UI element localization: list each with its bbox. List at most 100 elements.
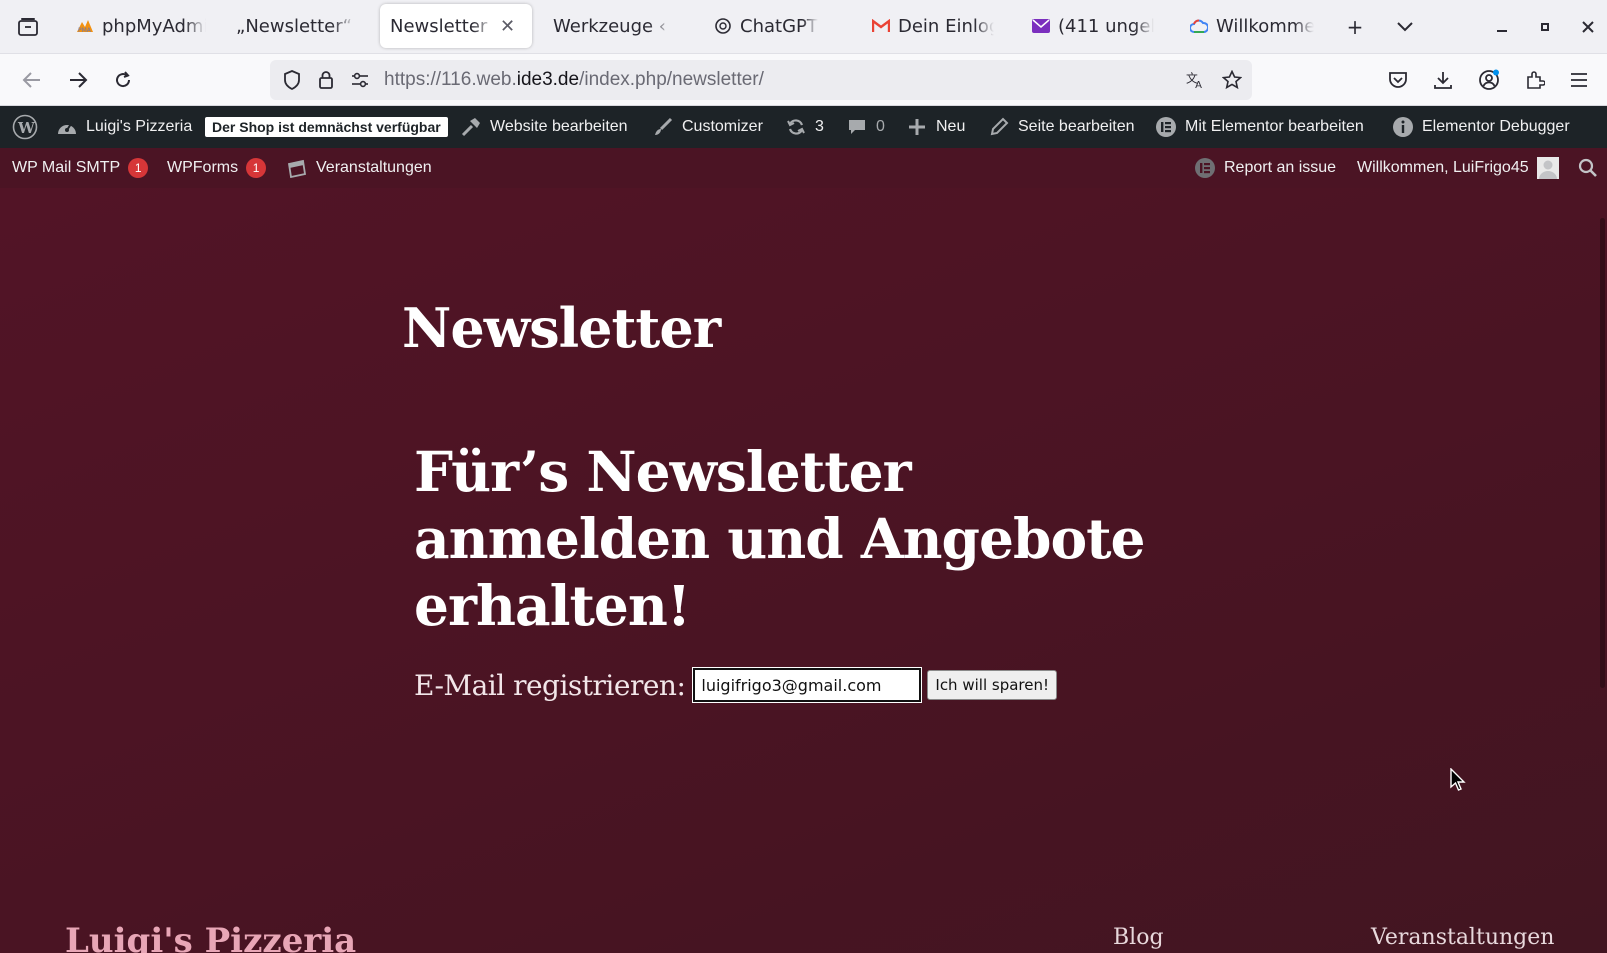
welcome-label: Willkommen, LuiFrigo45 xyxy=(1357,159,1529,176)
events-label: Veranstaltungen xyxy=(316,159,432,176)
site-permissions-icon[interactable] xyxy=(350,70,370,90)
elementor-debugger-menu[interactable]: Elementor Debugger xyxy=(1392,106,1570,148)
translate-icon[interactable]: 文A xyxy=(1186,70,1206,90)
url-text: https://116.web.ide3.de/index.php/newsle… xyxy=(384,69,764,90)
tab-gmail[interactable]: Dein Einloggen xyxy=(862,4,1004,48)
edit-with-elementor-menu[interactable]: Mit Elementor bearbeiten xyxy=(1155,106,1364,148)
edit-page-menu[interactable]: Seite bearbeiten xyxy=(988,106,1135,148)
url-bar[interactable]: https://116.web.ide3.de/index.php/newsle… xyxy=(270,60,1252,100)
dashboard-gauge-icon xyxy=(56,116,78,138)
tab-newsletter-active[interactable]: Newsletter – Luigi's Pizzeria ✕ xyxy=(380,4,532,48)
svg-text:PMA: PMA xyxy=(78,27,92,33)
tab-werkzeuge[interactable]: Werkzeuge ‹ Luigi's Pizzeria xyxy=(543,4,683,48)
tab-mail-unread[interactable]: (411 ungelesen) xyxy=(1022,4,1164,48)
calendar-icon xyxy=(286,157,308,179)
info-icon xyxy=(1392,116,1414,138)
elementor-icon xyxy=(1155,116,1177,138)
tab-label: „Newsletter“ nicht gefunden xyxy=(236,15,356,37)
edit-website-label: Website bearbeiten xyxy=(490,118,628,135)
download-icon[interactable] xyxy=(1425,62,1461,98)
tab-label: Newsletter – Luigi's Pizzeria xyxy=(390,15,494,37)
mouse-cursor-icon xyxy=(1450,767,1466,796)
mail-icon xyxy=(1032,17,1050,35)
new-label: Neu xyxy=(936,118,966,135)
elementor-report-icon xyxy=(1194,157,1216,179)
tab-label: (411 ungelesen) xyxy=(1058,15,1154,37)
extensions-icon[interactable] xyxy=(1517,62,1553,98)
tab-label: Dein Einloggen xyxy=(898,15,994,37)
wpforms-label: WPForms xyxy=(167,159,239,176)
page-scrollbar[interactable] xyxy=(1600,218,1605,688)
tab-chatgpt[interactable]: ChatGPT xyxy=(704,4,844,48)
forward-arrow-icon[interactable] xyxy=(60,62,96,98)
report-issue-menu[interactable]: Report an issue xyxy=(1194,148,1336,188)
minimize-window-icon[interactable] xyxy=(1485,10,1519,44)
bookmark-star-icon[interactable] xyxy=(1222,70,1242,90)
tab-label: Willkommen xyxy=(1216,15,1314,37)
edit-page-label: Seite bearbeiten xyxy=(1018,118,1135,135)
footer-site-title[interactable]: Luigi's Pizzeria xyxy=(65,921,356,953)
paintbrush-icon xyxy=(652,116,674,138)
shop-coming-soon-notice[interactable]: Der Shop ist demnächst verfügbar xyxy=(205,106,448,148)
newsletter-form: E-Mail registrieren: Ich will sparen! xyxy=(414,667,1057,703)
back-arrow-icon[interactable] xyxy=(14,62,50,98)
browser-tab-strip: PMA phpMyAdmin „Newsletter“ nicht gefund… xyxy=(0,0,1607,54)
site-name-menu[interactable]: Luigi's Pizzeria xyxy=(56,106,192,148)
new-tab-icon[interactable]: + xyxy=(1338,10,1372,44)
chatgpt-icon xyxy=(714,17,732,35)
svg-text:A: A xyxy=(1195,80,1202,90)
maximize-window-icon[interactable] xyxy=(1528,10,1562,44)
customizer-menu[interactable]: Customizer xyxy=(652,106,763,148)
menu-hamburger-icon[interactable] xyxy=(1561,62,1597,98)
page-title: Newsletter xyxy=(402,296,721,360)
close-window-icon[interactable] xyxy=(1571,10,1605,44)
tab-overview-icon[interactable] xyxy=(10,10,46,44)
comment-bubble-icon xyxy=(846,116,868,138)
subscribe-button[interactable]: Ich will sparen! xyxy=(927,670,1057,700)
wpforms-menu[interactable]: WPForms 1 xyxy=(167,148,267,188)
updates-count: 3 xyxy=(815,118,824,135)
wp-mail-smtp-label: WP Mail SMTP xyxy=(12,159,121,176)
account-icon[interactable] xyxy=(1471,62,1507,98)
lock-icon[interactable] xyxy=(316,70,336,90)
tab-label: phpMyAdmin xyxy=(102,15,206,37)
footer-link-events[interactable]: Veranstaltungen xyxy=(1371,925,1554,950)
close-tab-icon[interactable]: ✕ xyxy=(500,16,515,37)
updates-refresh-icon xyxy=(785,116,807,138)
events-menu[interactable]: Veranstaltungen xyxy=(286,148,432,188)
wpforms-count-badge: 1 xyxy=(246,158,267,178)
pencil-icon xyxy=(988,116,1010,138)
edit-website-menu[interactable]: Website bearbeiten xyxy=(460,106,628,148)
navigation-toolbar: https://116.web.ide3.de/index.php/newsle… xyxy=(0,54,1607,106)
footer-link-blog[interactable]: Blog xyxy=(1113,925,1164,950)
new-content-menu[interactable]: Neu xyxy=(906,106,965,148)
elementor-debugger-label: Elementor Debugger xyxy=(1422,118,1570,135)
wp-mail-smtp-count-badge: 1 xyxy=(128,158,149,178)
email-field[interactable] xyxy=(692,667,923,703)
updates-menu[interactable]: 3 xyxy=(785,106,824,148)
gmail-icon xyxy=(872,17,890,35)
page-content: Newsletter Für’s Newsletter anmelden und… xyxy=(0,188,1607,953)
customizer-label: Customizer xyxy=(682,118,763,135)
tab-newsletter-not-found[interactable]: „Newsletter“ nicht gefunden xyxy=(226,4,366,48)
search-icon[interactable] xyxy=(1578,148,1598,188)
shop-notice-badge: Der Shop ist demnächst verfügbar xyxy=(205,117,448,137)
wordpress-logo-icon[interactable]: W xyxy=(12,106,38,148)
tab-phpmyadmin[interactable]: PMA phpMyAdmin xyxy=(66,4,216,48)
plus-icon xyxy=(906,116,928,138)
pocket-icon[interactable] xyxy=(1380,62,1416,98)
report-issue-label: Report an issue xyxy=(1224,159,1337,176)
site-name: Luigi's Pizzeria xyxy=(86,118,193,135)
phpmyadmin-icon: PMA xyxy=(76,17,94,35)
elementor-edit-label: Mit Elementor bearbeiten xyxy=(1185,118,1364,135)
reload-icon[interactable] xyxy=(105,62,141,98)
tab-list-chevron-icon[interactable] xyxy=(1388,10,1422,44)
tracking-shield-icon[interactable] xyxy=(282,70,302,90)
my-account-menu[interactable]: Willkommen, LuiFrigo45 xyxy=(1357,148,1559,188)
tab-willkommen[interactable]: Willkommen xyxy=(1180,4,1324,48)
hammer-icon xyxy=(460,116,482,138)
avatar xyxy=(1536,157,1559,179)
wp-mail-smtp-menu[interactable]: WP Mail SMTP 1 xyxy=(12,148,149,188)
comments-menu[interactable]: 0 xyxy=(846,106,885,148)
comments-count: 0 xyxy=(876,118,885,135)
